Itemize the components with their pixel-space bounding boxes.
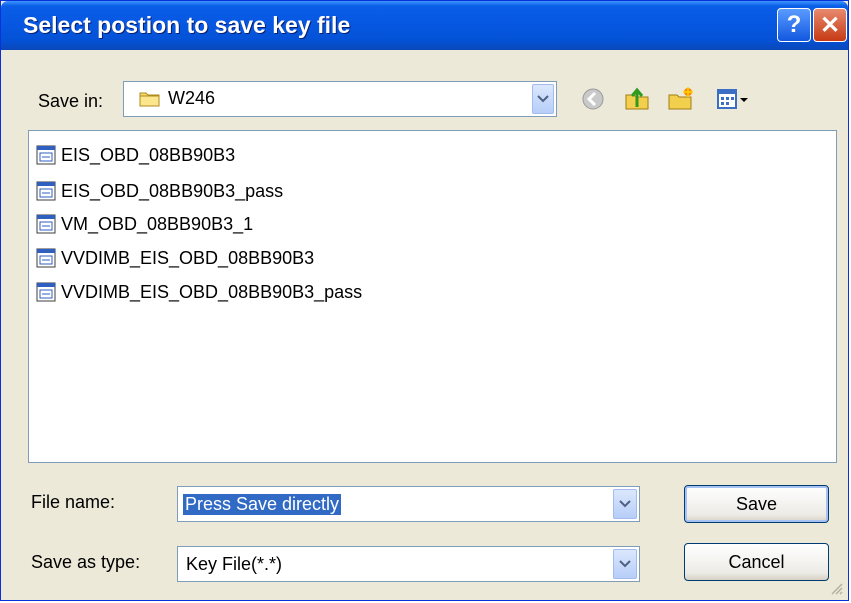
- up-folder-icon[interactable]: [623, 85, 651, 113]
- file-icon: [36, 214, 56, 234]
- file-icon: [36, 282, 56, 302]
- save-as-type-dropdown-button[interactable]: [613, 549, 637, 579]
- list-item[interactable]: EIS_OBD_08BB90B3: [35, 142, 235, 168]
- file-name: EIS_OBD_08BB90B3_pass: [61, 180, 284, 201]
- save-button-label: Save: [735, 493, 778, 514]
- save-as-type-select[interactable]: Key File(*.*): [177, 546, 640, 582]
- chevron-down-icon: [537, 95, 549, 103]
- save-in-label: Save in:: [38, 91, 104, 111]
- file-name-dropdown-button[interactable]: [613, 489, 637, 519]
- help-button[interactable]: ?: [777, 8, 811, 42]
- close-button[interactable]: ✕: [813, 8, 847, 42]
- file-icon: [36, 181, 56, 201]
- file-list[interactable]: EIS_OBD_08BB90B3 EIS_OBD_08BB90B3_pass V…: [28, 130, 837, 463]
- file-name-value: Press Save directly: [183, 494, 342, 515]
- title-bar[interactable]: Select postion to save key file ? ✕: [1, 1, 848, 50]
- new-folder-icon[interactable]: [666, 85, 694, 113]
- list-item[interactable]: EIS_OBD_08BB90B3_pass: [35, 178, 283, 204]
- save-in-combobox[interactable]: W246: [123, 81, 557, 117]
- close-icon: ✕: [819, 11, 841, 39]
- file-name-input[interactable]: Press Save directly: [177, 486, 640, 522]
- file-icon: [36, 145, 56, 165]
- folder-icon: [139, 92, 160, 107]
- save-button[interactable]: Save: [684, 485, 829, 523]
- file-name: VVDIMB_EIS_OBD_08BB90B3: [61, 247, 315, 268]
- views-menu-icon[interactable]: [716, 85, 752, 113]
- file-icon: [36, 248, 56, 268]
- back-icon[interactable]: [579, 85, 607, 113]
- list-item[interactable]: VVDIMB_EIS_OBD_08BB90B3_pass: [35, 279, 362, 305]
- file-name: EIS_OBD_08BB90B3: [61, 144, 236, 165]
- save-in-dropdown-button[interactable]: [532, 84, 554, 114]
- cancel-button[interactable]: Cancel: [684, 543, 829, 581]
- file-name: VM_OBD_08BB90B3_1: [61, 213, 254, 234]
- file-name: VVDIMB_EIS_OBD_08BB90B3_pass: [61, 281, 363, 302]
- chevron-down-icon: [619, 500, 631, 508]
- save-dialog: Select postion to save key file ? ✕ Save…: [0, 0, 849, 601]
- list-item[interactable]: VM_OBD_08BB90B3_1: [35, 211, 253, 237]
- chevron-down-icon: [619, 560, 631, 568]
- file-name-label: File name:: [31, 492, 116, 512]
- save-in-value: W246: [168, 88, 216, 108]
- resize-grip-icon[interactable]: [830, 582, 844, 596]
- dialog-title: Select postion to save key file: [23, 12, 351, 38]
- save-as-type-label: Save as type:: [31, 552, 141, 572]
- help-icon: ?: [786, 11, 802, 38]
- cancel-button-label: Cancel: [728, 551, 785, 572]
- save-as-type-value: Key File(*.*): [186, 554, 283, 574]
- list-item[interactable]: VVDIMB_EIS_OBD_08BB90B3: [35, 245, 314, 271]
